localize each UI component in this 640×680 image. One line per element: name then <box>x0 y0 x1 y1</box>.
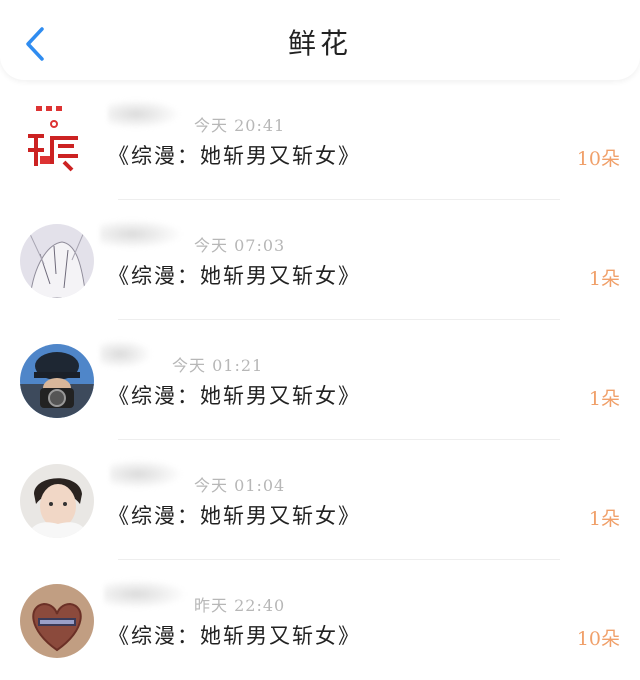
avatar <box>20 464 94 538</box>
page-title: 鲜花 <box>287 27 352 60</box>
flower-list: 今天 20:41 《综漫：她斩男又斩女》 10朵 今天 07:03 《综漫：她斩… <box>0 80 640 680</box>
list-item[interactable]: 今天 01:04 《综漫：她斩男又斩女》 1朵 <box>0 440 640 560</box>
book-title: 《综漫：她斩男又斩女》 <box>108 504 361 528</box>
avatar <box>22 100 86 180</box>
timestamp: 今天 01:04 <box>194 476 286 495</box>
blurred-username <box>104 580 184 608</box>
timestamp: 昨天 22:40 <box>194 596 286 615</box>
blurred-username <box>110 460 180 488</box>
timestamp: 今天 20:41 <box>194 116 286 135</box>
blurred-username <box>108 100 178 128</box>
list-item[interactable]: 今天 07:03 《综漫：她斩男又斩女》 1朵 <box>0 200 640 320</box>
list-item[interactable]: 今天 20:41 《综漫：她斩男又斩女》 10朵 <box>0 80 640 200</box>
avatar <box>20 584 94 658</box>
top-bar: 鲜花 <box>0 0 640 80</box>
book-title: 《综漫：她斩男又斩女》 <box>108 144 361 168</box>
book-title: 《综漫：她斩男又斩女》 <box>108 384 361 408</box>
flower-count: 10朵 <box>576 148 620 170</box>
list-item[interactable]: 昨天 22:40 《综漫：她斩男又斩女》 10朵 <box>0 560 640 680</box>
blurred-username <box>100 340 150 368</box>
book-title: 《综漫：她斩男又斩女》 <box>108 624 361 648</box>
timestamp: 今天 01:21 <box>172 356 264 375</box>
timestamp: 今天 07:03 <box>194 236 286 255</box>
flower-count: 1朵 <box>588 388 620 410</box>
avatar <box>20 224 94 298</box>
flower-count: 1朵 <box>588 268 620 290</box>
blurred-username <box>100 220 180 248</box>
book-title: 《综漫：她斩男又斩女》 <box>108 264 361 288</box>
avatar <box>20 344 94 418</box>
flower-count: 1朵 <box>588 508 620 530</box>
list-item[interactable]: 今天 01:21 《综漫：她斩男又斩女》 1朵 <box>0 320 640 440</box>
flower-count: 10朵 <box>576 628 620 650</box>
